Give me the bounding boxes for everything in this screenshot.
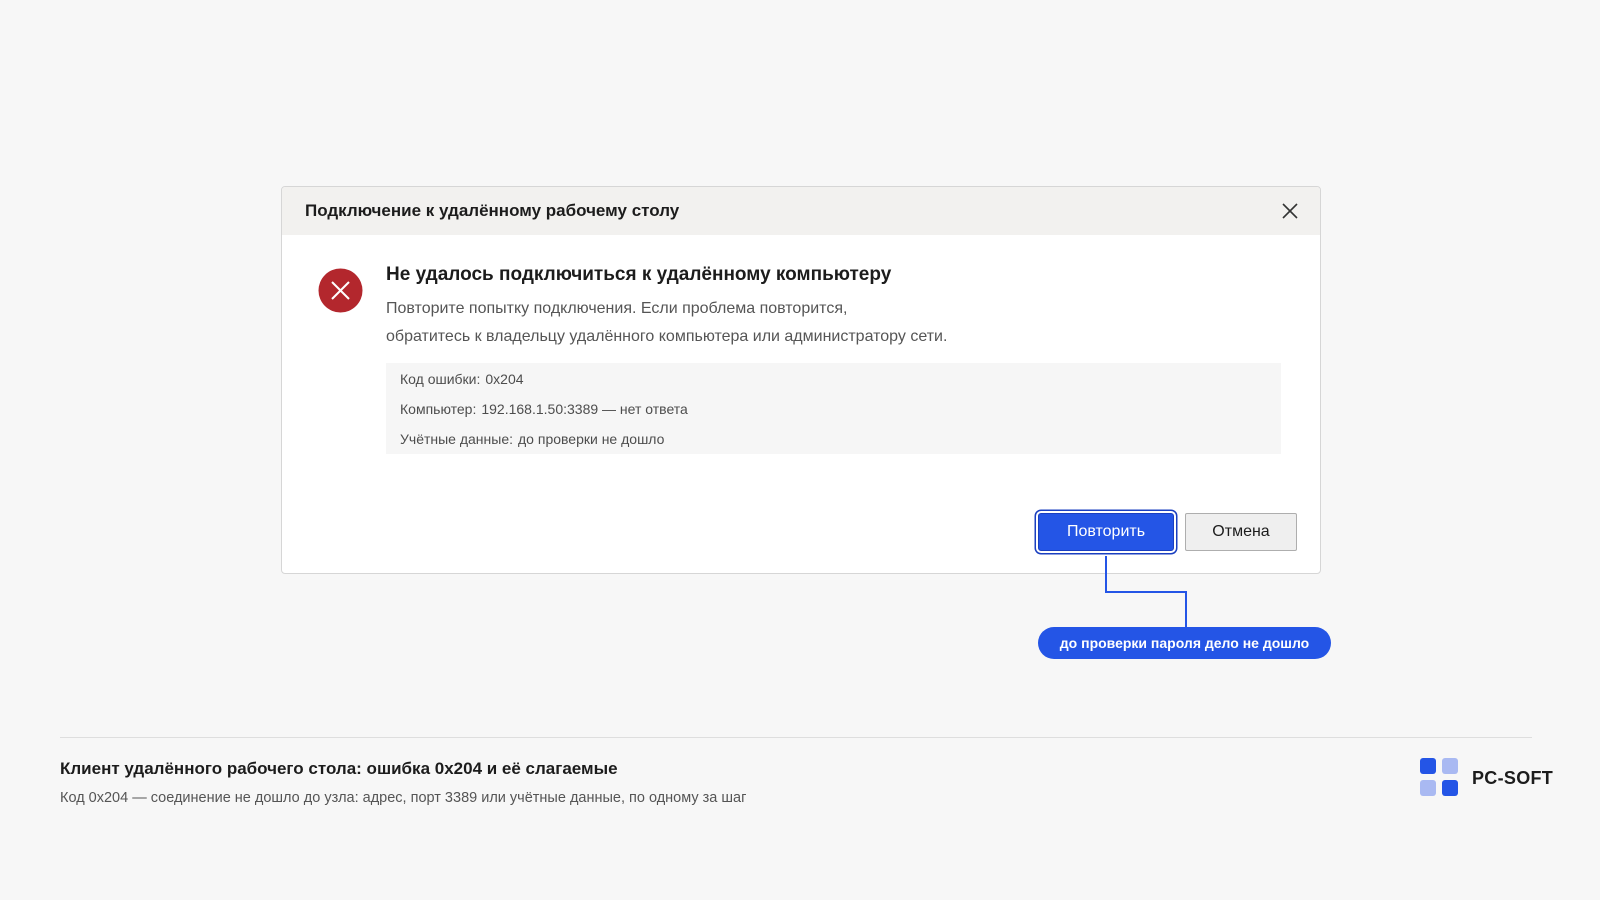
- detail-label: Учётные данные:: [400, 431, 514, 447]
- footer-divider: [60, 737, 1532, 738]
- description-line-2: обратитесь к владельцу удалённого компью…: [386, 328, 948, 345]
- detail-row-computer: Компьютер: 192.168.1.50:3389 — нет ответа: [400, 400, 1267, 430]
- footer-subtitle: Код 0x204 — соединение не дошло до узла:…: [60, 790, 747, 806]
- detail-label: Компьютер:: [400, 401, 477, 417]
- dialog-titlebar: Подключение к удалённому рабочему столу: [282, 187, 1320, 235]
- error-details-box: Код ошибки: 0x204 Компьютер: 192.168.1.50:…: [386, 363, 1281, 454]
- detail-value: 0x204: [485, 371, 524, 387]
- cancel-button[interactable]: Отмена: [1185, 513, 1297, 551]
- detail-value: 192.168.1.50:3389 — нет ответа: [481, 401, 688, 417]
- rdp-error-dialog: Подключение к удалённому рабочему столу …: [281, 186, 1321, 574]
- detail-value: до проверки не дошло: [518, 431, 665, 447]
- page: Подключение к удалённому рабочему столу …: [0, 0, 1600, 900]
- description-line-1: Повторите попытку подключения. Если проб…: [386, 300, 848, 317]
- error-heading: Не удалось подключиться к удалённому ком…: [386, 264, 892, 285]
- dialog-title: Подключение к удалённому рабочему столу: [305, 201, 680, 220]
- close-icon[interactable]: [1278, 199, 1302, 223]
- retry-button[interactable]: Повторить: [1038, 513, 1174, 551]
- dialog-content: Не удалось подключиться к удалённому ком…: [386, 263, 1281, 454]
- detail-label: Код ошибки:: [400, 371, 481, 387]
- detail-row-credentials: Учётные данные: до проверки не дошло: [400, 430, 1267, 460]
- logo-mark-icon: [1420, 758, 1460, 798]
- footer-title: Клиент удалённого рабочего стола: ошибка…: [60, 759, 618, 778]
- brand-name: PC-SOFT: [1472, 767, 1554, 788]
- callout-badge: до проверки пароля дело не дошло: [1038, 627, 1331, 659]
- error-description: Повторите попытку подключения. Если проб…: [386, 295, 1281, 351]
- brand-logo: PC-SOFT: [1420, 758, 1553, 798]
- error-x-icon: [318, 268, 363, 313]
- detail-row-error-code: Код ошибки: 0x204: [400, 370, 1267, 400]
